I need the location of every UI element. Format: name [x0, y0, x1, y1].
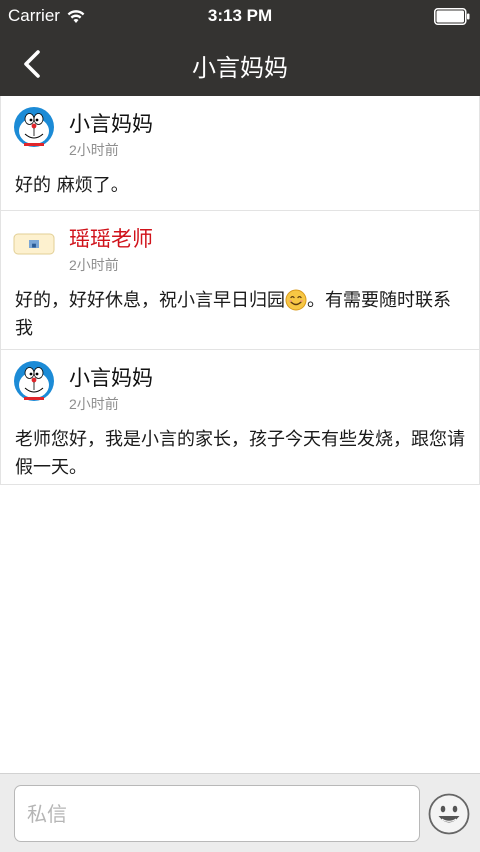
message-body-text: 好的，好好休息，祝小言早日归园	[15, 290, 285, 311]
sender-name: 小言妈妈	[69, 366, 153, 390]
teacher-avatar: ■	[13, 233, 55, 255]
message-body: 好的，好好休息，祝小言早日归园 。有需要随时联系我	[15, 287, 467, 343]
private-message-input[interactable]	[14, 785, 420, 842]
status-bar: Carrier 3:13 PM	[0, 0, 480, 32]
sender-name: 瑶瑶老师	[69, 227, 153, 251]
message-item[interactable]: ■ 瑶瑶老师 2小时前 好的，好好休息，祝小言早日归园 。有需要随时联系我	[0, 211, 480, 350]
status-time: 3:13 PM	[207, 6, 273, 25]
page-title: 小言妈妈	[192, 54, 288, 82]
message-list: 小言妈妈 2小时前 好的 麻烦了。 ■ 瑶瑶老师 2小时前 好的，好好休息，祝小…	[0, 96, 480, 485]
message-time: 2小时前	[69, 396, 119, 412]
message-item[interactable]: 小言妈妈 2小时前 好的 麻烦了。	[0, 96, 480, 211]
message-body: 老师您好，我是小言的家长，孩子今天有些发烧，跟您请假一天。	[15, 429, 465, 478]
message-body: 好的 麻烦了。	[15, 175, 129, 196]
smiley-icon[interactable]	[428, 793, 470, 835]
svg-text:■: ■	[32, 243, 37, 249]
smiling-face-icon	[285, 289, 307, 311]
message-time: 2小时前	[69, 257, 119, 273]
message-time: 2小时前	[69, 142, 119, 158]
nav-bar: 小言妈妈	[0, 32, 480, 96]
message-input-bar	[0, 773, 480, 852]
doraemon-avatar	[14, 361, 54, 401]
doraemon-avatar	[14, 107, 54, 147]
message-item[interactable]: 小言妈妈 2小时前 老师您好，我是小言的家长，孩子今天有些发烧，跟您请假一天。	[0, 350, 480, 485]
battery-icon	[434, 8, 470, 25]
sender-name: 小言妈妈	[69, 112, 153, 136]
